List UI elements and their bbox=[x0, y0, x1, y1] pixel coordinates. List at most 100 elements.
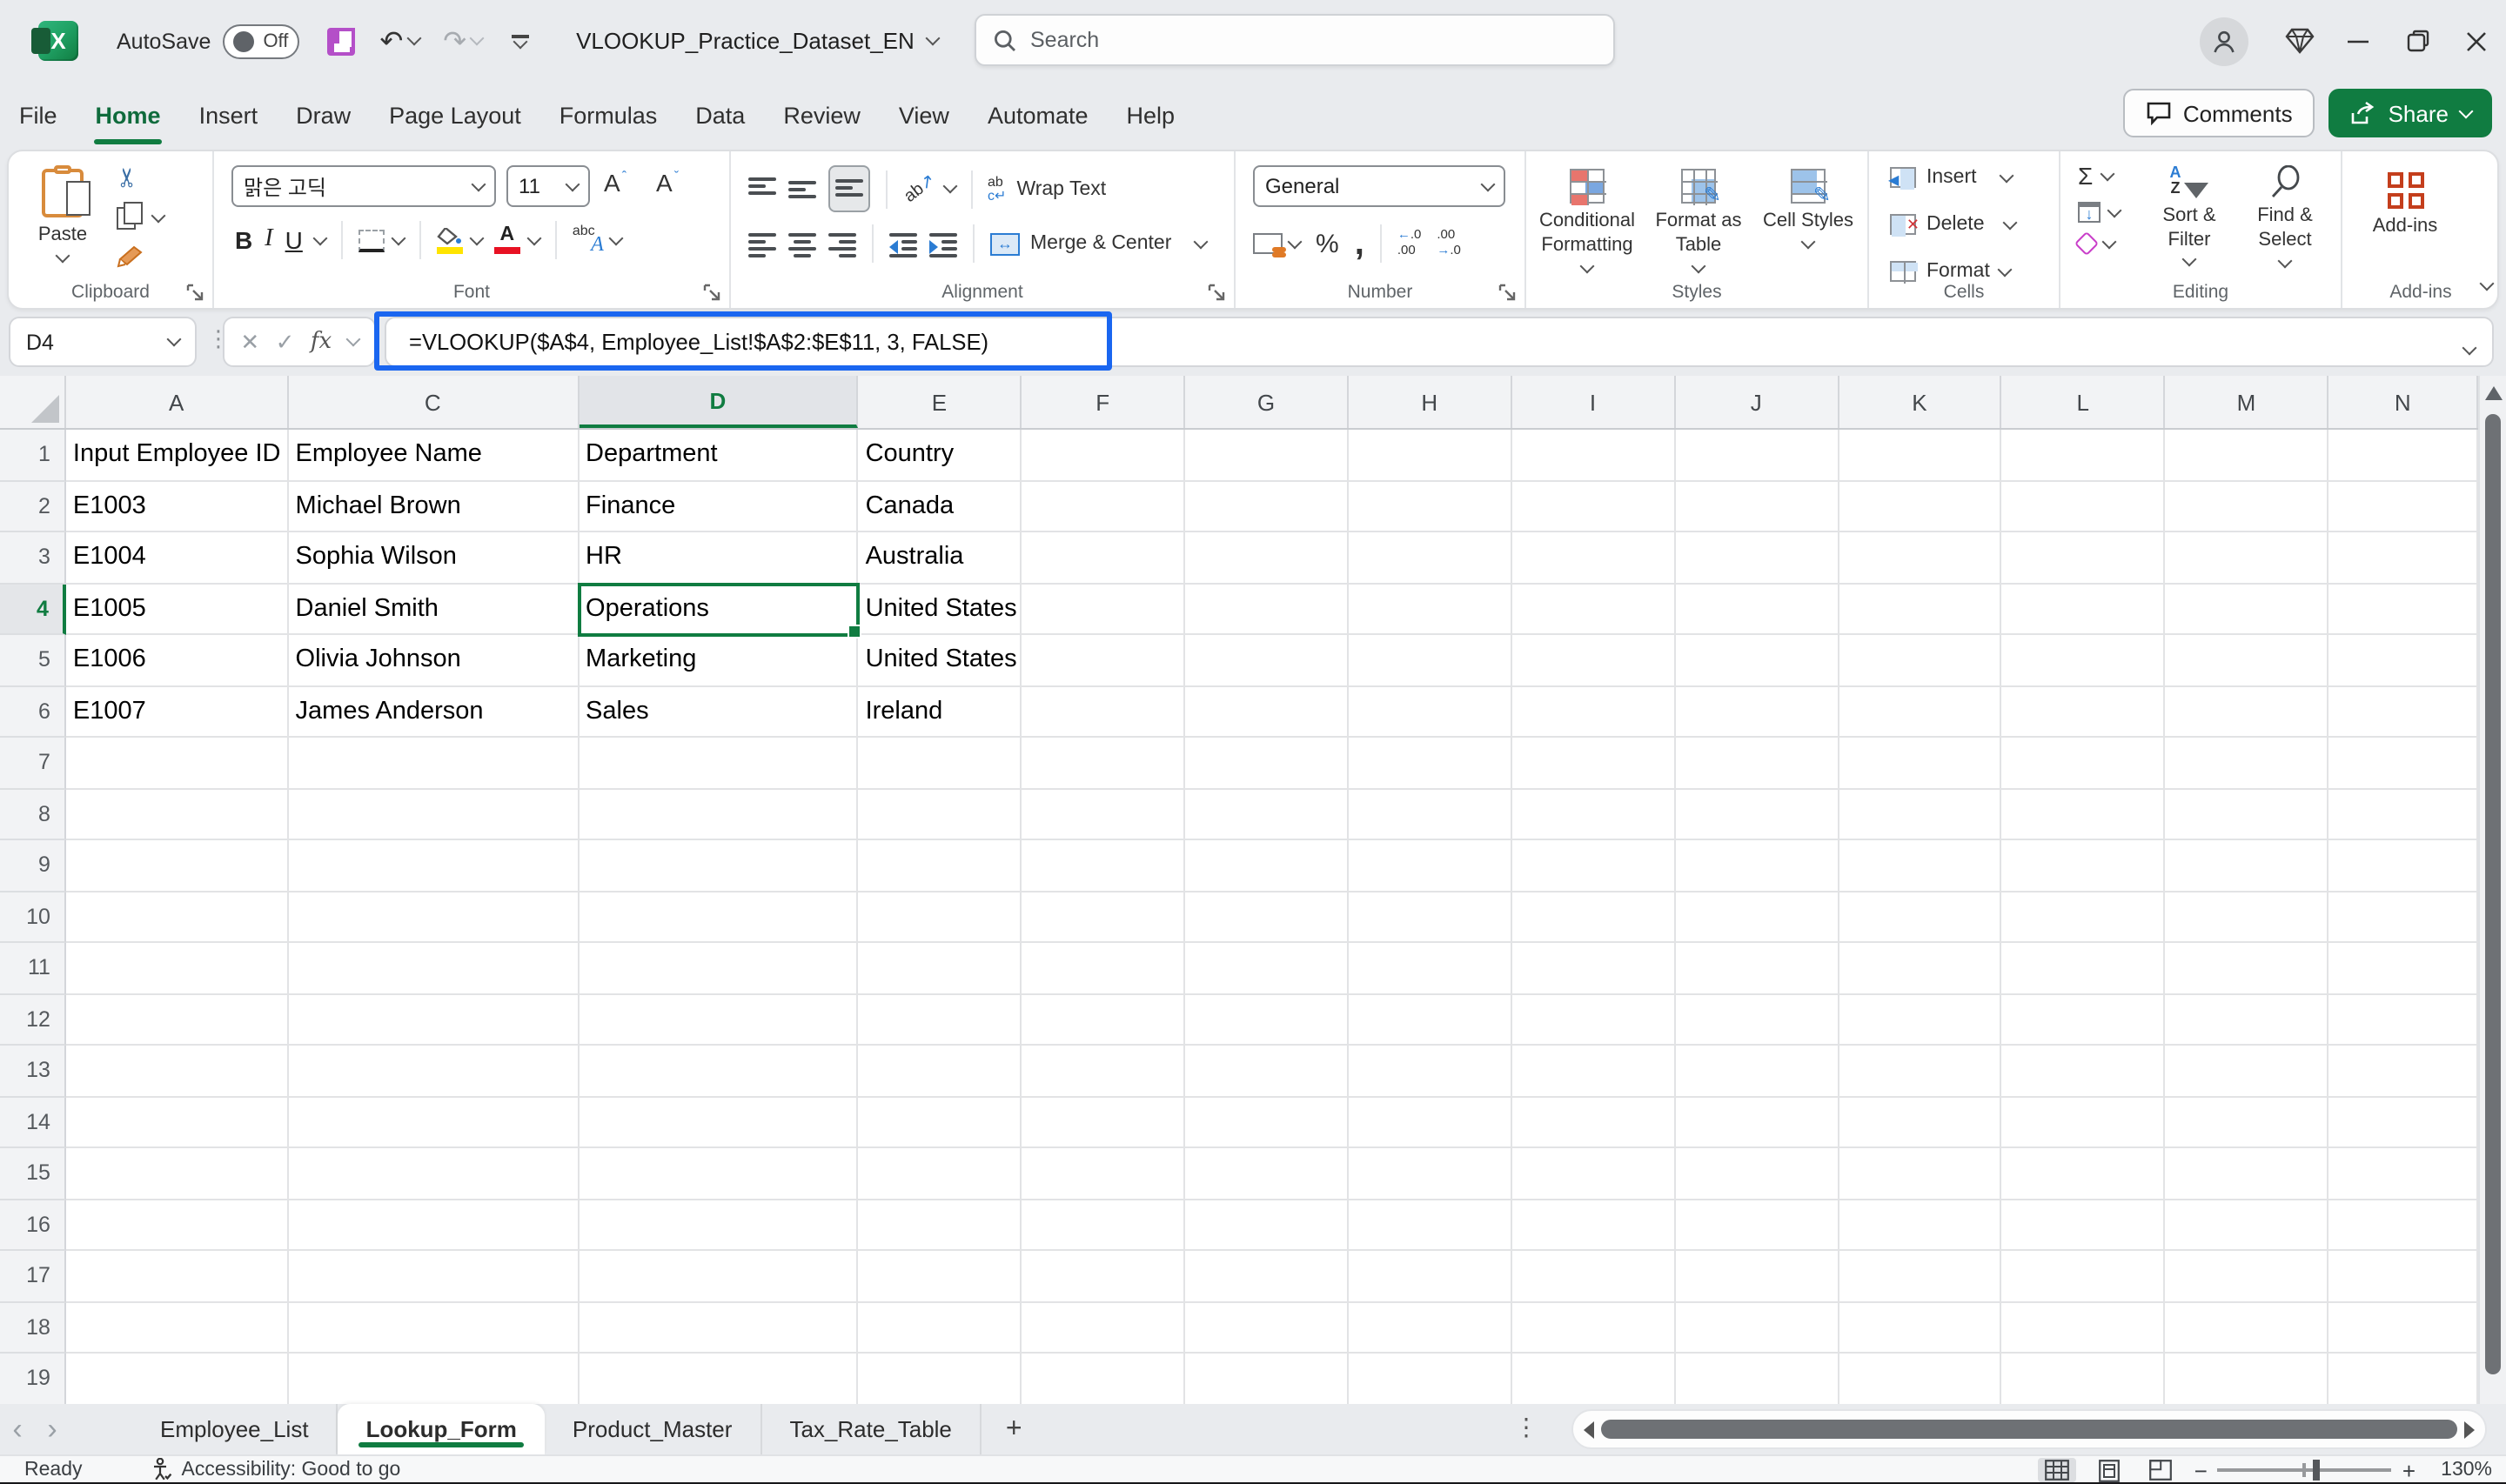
cell-M13[interactable] bbox=[2166, 1046, 2329, 1097]
quick-access-overflow-button[interactable] bbox=[510, 35, 531, 46]
cell-G9[interactable] bbox=[1185, 840, 1349, 892]
col-header-C[interactable]: C bbox=[289, 376, 580, 428]
minimize-button[interactable] bbox=[2328, 11, 2388, 70]
cell-K15[interactable] bbox=[1839, 1148, 2002, 1200]
name-box[interactable]: D4 bbox=[9, 317, 197, 367]
zoom-slider-handle[interactable] bbox=[2314, 1460, 2320, 1481]
cell-D12[interactable] bbox=[579, 994, 859, 1046]
cell-D17[interactable] bbox=[579, 1251, 859, 1302]
number-dialog-launcher[interactable] bbox=[1498, 284, 1516, 301]
redo-button[interactable]: ↷ bbox=[443, 23, 482, 58]
cell-D19[interactable] bbox=[579, 1354, 859, 1404]
col-header-N[interactable]: N bbox=[2328, 376, 2478, 428]
cell-F18[interactable] bbox=[1022, 1302, 1185, 1354]
cell-F9[interactable] bbox=[1022, 840, 1185, 892]
sheet-tab-lookup-form[interactable]: Lookup_Form bbox=[338, 1404, 545, 1454]
col-header-K[interactable]: K bbox=[1839, 376, 2002, 428]
cell-I12[interactable] bbox=[1512, 994, 1676, 1046]
borders-button[interactable] bbox=[358, 229, 404, 251]
cell-J4[interactable] bbox=[1675, 584, 1839, 635]
cell-J3[interactable] bbox=[1675, 532, 1839, 584]
wrap-text-button[interactable]: abc↵ Wrap Text bbox=[988, 175, 1106, 203]
cell-E13[interactable] bbox=[859, 1046, 1022, 1097]
find-select-button[interactable]: Find & Select bbox=[2238, 158, 2332, 265]
cell-D4[interactable]: Operations bbox=[579, 584, 859, 635]
cell-M15[interactable] bbox=[2166, 1148, 2329, 1200]
cell-L3[interactable] bbox=[2002, 532, 2166, 584]
vertical-scrollbar[interactable] bbox=[2478, 376, 2506, 1404]
cell-H8[interactable] bbox=[1349, 789, 1512, 840]
cell-F16[interactable] bbox=[1022, 1200, 1185, 1251]
cell-J8[interactable] bbox=[1675, 789, 1839, 840]
tab-automate[interactable]: Automate bbox=[968, 82, 1108, 150]
align-top-icon[interactable] bbox=[748, 177, 776, 201]
expand-formula-bar-button[interactable] bbox=[2464, 332, 2475, 358]
comma-style-button[interactable]: , bbox=[1355, 233, 1364, 254]
cell-C10[interactable] bbox=[289, 892, 580, 943]
scroll-up-icon[interactable] bbox=[2485, 386, 2503, 400]
cell-C11[interactable] bbox=[289, 943, 580, 994]
cell-A15[interactable] bbox=[66, 1148, 289, 1200]
cell-K8[interactable] bbox=[1839, 789, 2002, 840]
cell-J14[interactable] bbox=[1675, 1097, 1839, 1148]
cell-H6[interactable] bbox=[1349, 686, 1512, 738]
cell-C19[interactable] bbox=[289, 1354, 580, 1404]
cell-M10[interactable] bbox=[2166, 892, 2329, 943]
select-all-corner[interactable] bbox=[0, 376, 66, 428]
cell-I8[interactable] bbox=[1512, 789, 1676, 840]
cell-L9[interactable] bbox=[2002, 840, 2166, 892]
row-header-16[interactable]: 16 bbox=[0, 1200, 66, 1251]
cell-N8[interactable] bbox=[2328, 789, 2478, 840]
fill-button[interactable]: ↓ bbox=[2078, 202, 2120, 223]
cell-A4[interactable]: E1005 bbox=[66, 584, 289, 635]
cell-N18[interactable] bbox=[2328, 1302, 2478, 1354]
cell-G6[interactable] bbox=[1185, 686, 1349, 738]
cell-N4[interactable] bbox=[2328, 584, 2478, 635]
row-header-3[interactable]: 3 bbox=[0, 532, 66, 584]
cell-F3[interactable] bbox=[1022, 532, 1185, 584]
cell-M4[interactable] bbox=[2166, 584, 2329, 635]
cell-J16[interactable] bbox=[1675, 1200, 1839, 1251]
cell-J12[interactable] bbox=[1675, 994, 1839, 1046]
cell-D16[interactable] bbox=[579, 1200, 859, 1251]
scroll-left-icon[interactable] bbox=[1584, 1420, 1594, 1438]
cell-G2[interactable] bbox=[1185, 481, 1349, 532]
cell-N11[interactable] bbox=[2328, 943, 2478, 994]
cell-D5[interactable]: Marketing bbox=[579, 635, 859, 686]
cell-D3[interactable]: HR bbox=[579, 532, 859, 584]
cell-F1[interactable] bbox=[1022, 430, 1185, 481]
delete-cells-button[interactable]: ✕ Delete bbox=[1890, 214, 2016, 235]
cell-L6[interactable] bbox=[2002, 686, 2166, 738]
cell-G17[interactable] bbox=[1185, 1251, 1349, 1302]
cell-N19[interactable] bbox=[2328, 1354, 2478, 1404]
cancel-button[interactable]: ✕ bbox=[240, 328, 259, 356]
cell-L11[interactable] bbox=[2002, 943, 2166, 994]
decrease-font-size-button[interactable]: Aˇ bbox=[656, 169, 679, 197]
cell-I1[interactable] bbox=[1512, 430, 1676, 481]
cell-M17[interactable] bbox=[2166, 1251, 2329, 1302]
cell-L8[interactable] bbox=[2002, 789, 2166, 840]
cell-J1[interactable] bbox=[1675, 430, 1839, 481]
cell-H18[interactable] bbox=[1349, 1302, 1512, 1354]
cell-D14[interactable] bbox=[579, 1097, 859, 1148]
cell-D1[interactable]: Department bbox=[579, 430, 859, 481]
cell-G12[interactable] bbox=[1185, 994, 1349, 1046]
cell-F2[interactable] bbox=[1022, 481, 1185, 532]
row-header-7[interactable]: 7 bbox=[0, 738, 66, 789]
workbook-title[interactable]: VLOOKUP_Practice_Dataset_EN bbox=[576, 28, 939, 54]
cell-C7[interactable] bbox=[289, 738, 580, 789]
sheet-tab-product-master[interactable]: Product_Master bbox=[545, 1404, 762, 1454]
restore-button[interactable] bbox=[2388, 11, 2447, 70]
sheet-tab-employee-list[interactable]: Employee_List bbox=[132, 1404, 338, 1454]
cell-G18[interactable] bbox=[1185, 1302, 1349, 1354]
align-middle-icon[interactable] bbox=[788, 177, 816, 201]
cell-F8[interactable] bbox=[1022, 789, 1185, 840]
accounting-format-button[interactable] bbox=[1253, 233, 1300, 254]
formula-input[interactable]: =VLOOKUP($A$4, Employee_List!$A$2:$E$11,… bbox=[385, 317, 2494, 367]
collapse-ribbon-button[interactable] bbox=[2482, 266, 2492, 297]
col-header-I[interactable]: I bbox=[1512, 376, 1676, 428]
cell-K1[interactable] bbox=[1839, 430, 2002, 481]
cell-I3[interactable] bbox=[1512, 532, 1676, 584]
cell-N9[interactable] bbox=[2328, 840, 2478, 892]
cell-J7[interactable] bbox=[1675, 738, 1839, 789]
